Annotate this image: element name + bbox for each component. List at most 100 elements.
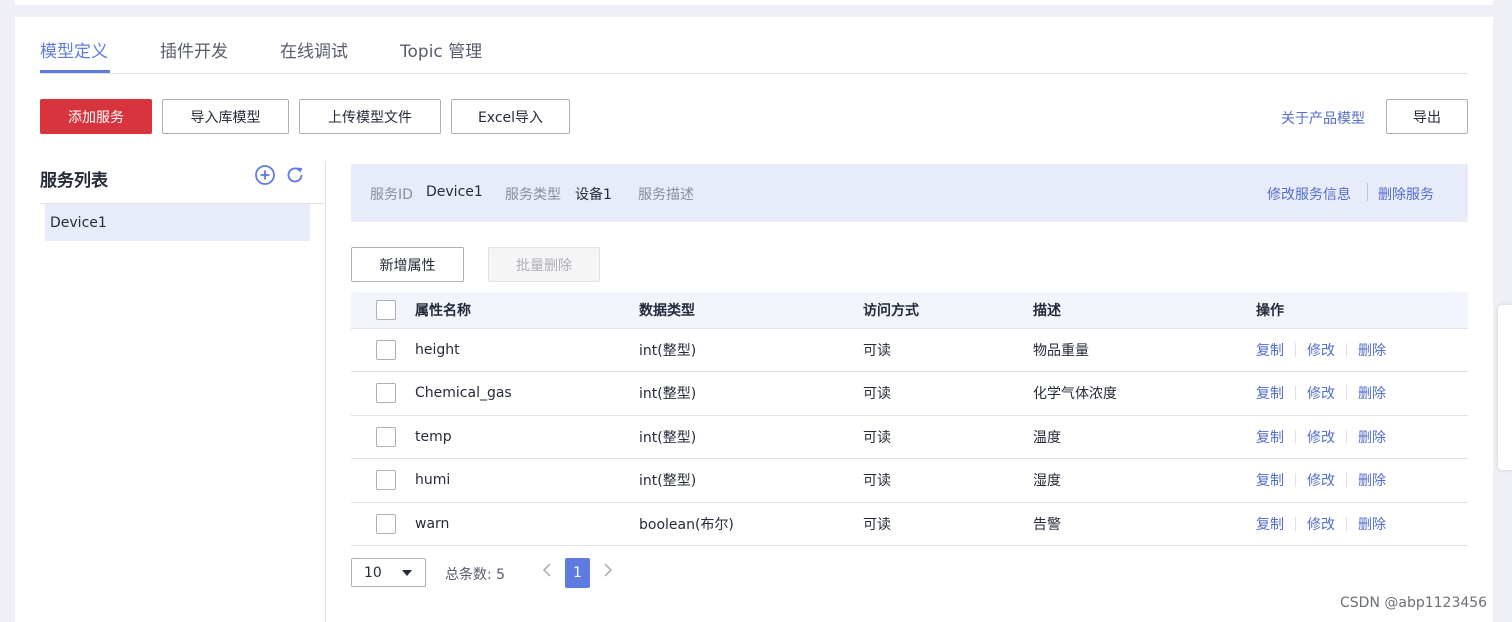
- op-separator: [1295, 473, 1296, 488]
- tab-model-definition[interactable]: 模型定义: [40, 37, 108, 62]
- delete-link[interactable]: 删除: [1358, 514, 1386, 534]
- add-property-button[interactable]: 新增属性: [351, 247, 464, 282]
- tab-topic-management[interactable]: Topic 管理: [400, 37, 482, 62]
- about-product-model-link[interactable]: 关于产品模型: [1281, 108, 1365, 128]
- property-name-cell: height: [415, 328, 639, 372]
- export-button[interactable]: 导出: [1386, 99, 1468, 134]
- table-header-row: 属性名称 数据类型 访问方式 描述 操作: [351, 292, 1468, 329]
- header-actions: 操作: [1256, 292, 1468, 329]
- description-cell: 温度: [1033, 415, 1256, 459]
- refresh-icon[interactable]: [284, 164, 306, 186]
- access-cell: 可读: [863, 328, 1033, 372]
- header-data-type: 数据类型: [639, 292, 863, 329]
- add-circle-icon[interactable]: [254, 164, 276, 186]
- table-row: humi int(整型) 可读 湿度 复制 修改 删除: [351, 458, 1468, 503]
- edit-link[interactable]: 修改: [1307, 427, 1335, 447]
- row-actions: 复制 修改 删除: [1256, 383, 1468, 403]
- op-separator: [1346, 386, 1347, 401]
- property-table: 属性名称 数据类型 访问方式 描述 操作 height int(整型) 可读 物…: [351, 292, 1468, 546]
- description-cell: 告警: [1033, 502, 1256, 546]
- total-label: 总条数:: [445, 567, 492, 583]
- row-checkbox[interactable]: [376, 426, 396, 447]
- description-cell: 湿度: [1033, 458, 1256, 503]
- info-link-separator: [1367, 183, 1368, 201]
- row-checkbox[interactable]: [376, 513, 396, 534]
- delete-link[interactable]: 删除: [1358, 470, 1386, 490]
- select-all-checkbox[interactable]: [376, 299, 396, 320]
- copy-link[interactable]: 复制: [1256, 427, 1284, 447]
- service-item-label: Device1: [50, 214, 107, 231]
- service-type-value: 设备1: [575, 187, 612, 203]
- batch-delete-button[interactable]: 批量删除: [488, 247, 600, 282]
- access-cell: 可读: [863, 502, 1033, 546]
- access-cell: 可读: [863, 415, 1033, 459]
- edit-link[interactable]: 修改: [1307, 383, 1335, 403]
- edit-link[interactable]: 修改: [1307, 470, 1335, 490]
- panel-divider: [325, 162, 326, 622]
- service-item-device1[interactable]: Device1: [45, 204, 310, 241]
- service-type-label: 服务类型: [505, 187, 561, 203]
- page-size-select[interactable]: 10: [351, 558, 426, 587]
- copy-link[interactable]: 复制: [1256, 340, 1284, 360]
- data-type-cell: boolean(布尔): [639, 502, 863, 546]
- service-id-label: 服务ID: [370, 187, 413, 203]
- caret-down-icon: [401, 565, 413, 581]
- delete-service-link[interactable]: 删除服务: [1378, 184, 1434, 204]
- service-id-value: Device1: [426, 184, 483, 200]
- access-cell: 可读: [863, 458, 1033, 503]
- delete-link[interactable]: 删除: [1358, 383, 1386, 403]
- op-separator: [1346, 342, 1347, 357]
- op-separator: [1295, 429, 1296, 444]
- row-actions: 复制 修改 删除: [1256, 340, 1468, 360]
- table-row: height int(整型) 可读 物品重量 复制 修改 删除: [351, 328, 1468, 372]
- table-row: warn boolean(布尔) 可读 告警 复制 修改 删除: [351, 502, 1468, 546]
- floating-side-toolbar[interactable]: [1498, 305, 1512, 470]
- description-cell: 化学气体浓度: [1033, 371, 1256, 416]
- edit-link[interactable]: 修改: [1307, 514, 1335, 534]
- chevron-left-icon[interactable]: [541, 562, 553, 582]
- table-row: temp int(整型) 可读 温度 复制 修改 删除: [351, 415, 1468, 459]
- row-actions: 复制 修改 删除: [1256, 514, 1468, 534]
- property-name-cell: temp: [415, 415, 639, 459]
- row-checkbox[interactable]: [376, 470, 396, 491]
- import-library-model-button[interactable]: 导入库模型: [162, 99, 289, 134]
- delete-link[interactable]: 删除: [1358, 340, 1386, 360]
- page-size-value: 10: [364, 564, 382, 581]
- property-name-cell: warn: [415, 502, 639, 546]
- add-service-button[interactable]: 添加服务: [40, 99, 152, 134]
- op-separator: [1295, 516, 1296, 531]
- row-checkbox[interactable]: [376, 339, 396, 360]
- data-type-cell: int(整型): [639, 415, 863, 459]
- main-card: 模型定义 插件开发 在线调试 Topic 管理 添加服务 导入库模型 上传模型文…: [15, 17, 1493, 622]
- op-separator: [1295, 386, 1296, 401]
- copy-link[interactable]: 复制: [1256, 470, 1284, 490]
- header-property-name: 属性名称: [415, 292, 639, 329]
- active-tab-indicator: [40, 70, 110, 73]
- tab-online-debug[interactable]: 在线调试: [280, 37, 348, 62]
- excel-import-button[interactable]: Excel导入: [451, 99, 570, 134]
- tab-plugin-development[interactable]: 插件开发: [160, 37, 228, 62]
- header-checkbox-cell: [351, 292, 415, 329]
- total-count: 总条数: 5: [445, 564, 505, 584]
- service-desc-label: 服务描述: [638, 187, 694, 203]
- op-separator: [1346, 429, 1347, 444]
- edit-service-info-link[interactable]: 修改服务信息: [1267, 184, 1351, 204]
- edit-link[interactable]: 修改: [1307, 340, 1335, 360]
- description-cell: 物品重量: [1033, 328, 1256, 372]
- chevron-right-icon[interactable]: [602, 562, 614, 582]
- row-actions: 复制 修改 删除: [1256, 470, 1468, 490]
- op-separator: [1346, 516, 1347, 531]
- row-checkbox[interactable]: [376, 383, 396, 404]
- delete-link[interactable]: 删除: [1358, 427, 1386, 447]
- header-access-mode: 访问方式: [863, 292, 1033, 329]
- copy-link[interactable]: 复制: [1256, 383, 1284, 403]
- total-value: 5: [496, 567, 506, 583]
- property-name-cell: humi: [415, 458, 639, 503]
- page-number-current[interactable]: 1: [565, 558, 590, 588]
- upload-model-file-button[interactable]: 上传模型文件: [299, 99, 441, 134]
- data-type-cell: int(整型): [639, 458, 863, 503]
- copy-link[interactable]: 复制: [1256, 514, 1284, 534]
- top-strip: [15, 0, 1493, 5]
- data-type-cell: int(整型): [639, 328, 863, 372]
- op-separator: [1295, 342, 1296, 357]
